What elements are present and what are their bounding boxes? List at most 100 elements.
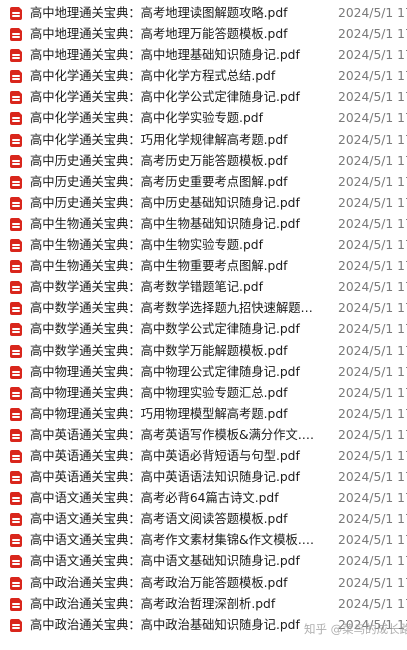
file-name: 高中语文通关宝典：高考作文素材集锦&作文模板.pdf <box>30 533 320 548</box>
file-row[interactable]: 高中语文通关宝典：高考语文阅读答题模板.pdf 2024/5/1 17 <box>0 509 407 530</box>
file-name: 高中语文通关宝典：高考语文阅读答题模板.pdf <box>30 512 288 527</box>
file-name: 高中英语通关宝典：高中英语必背短语与句型.pdf <box>30 448 300 463</box>
file-name: 高中生物通关宝典：高中生物重要考点图解.pdf <box>30 259 288 274</box>
pdf-file-icon <box>10 386 22 400</box>
pdf-file-icon <box>10 281 22 295</box>
file-modified-date: 2024/5/1 17 <box>338 322 407 337</box>
file-name: 高中物理通关宝典：巧用物理模型解高考题.pdf <box>30 406 288 421</box>
file-modified-date: 2024/5/1 17 <box>338 385 407 400</box>
file-row[interactable]: 高中数学通关宝典：高中数学公式定律随身记.pdf 2024/5/1 17 <box>0 319 407 340</box>
file-row[interactable]: 高中化学通关宝典：巧用化学规律解高考题.pdf 2024/5/1 17 <box>0 130 407 151</box>
file-name: 高中地理通关宝典：高考地理读图解题攻略.pdf <box>30 6 288 20</box>
file-name: 高中生物通关宝典：高中生物实验专题.pdf <box>30 238 263 253</box>
file-name: 高中化学通关宝典：巧用化学规律解高考题.pdf <box>30 132 288 147</box>
file-name: 高中地理通关宝典：高中地理基础知识随身记.pdf <box>30 48 300 63</box>
file-name: 高中数学通关宝典：高中数学万能解题模板.pdf <box>30 343 288 358</box>
pdf-file-icon <box>10 449 22 463</box>
file-row[interactable]: 高中语文通关宝典：高考作文素材集锦&作文模板.pdf 2024/5/1 17 <box>0 530 407 551</box>
pdf-file-icon <box>10 407 22 421</box>
file-modified-date: 2024/5/1 17 <box>338 575 407 590</box>
pdf-file-icon <box>10 239 22 253</box>
file-name: 高中政治通关宝典：高考政治万能答题模板.pdf <box>30 575 288 590</box>
file-modified-date: 2024/5/1 17 <box>338 448 407 463</box>
file-name: 高中政治通关宝典：高考政治哲理深剖析.pdf <box>30 596 276 611</box>
file-row[interactable]: 高中物理通关宝典：高中物理公式定律随身记.pdf 2024/5/1 17 <box>0 362 407 383</box>
file-modified-date: 2024/5/1 17 <box>338 153 407 168</box>
file-modified-date: 2024/5/1 17 <box>338 280 407 295</box>
file-modified-date: 2024/5/1 17 <box>338 406 407 421</box>
file-modified-date: 2024/5/1 17 <box>338 69 407 84</box>
file-name: 高中物理通关宝典：高中物理实验专题汇总.pdf <box>30 385 288 400</box>
file-modified-date: 2024/5/1 17 <box>338 132 407 147</box>
file-row[interactable]: 高中化学通关宝典：高中化学实验专题.pdf 2024/5/1 17 <box>0 108 407 129</box>
file-row[interactable]: 高中英语通关宝典：高中英语语法知识随身记.pdf 2024/5/1 17 <box>0 467 407 488</box>
file-name: 高中地理通关宝典：高考地理万能答题模板.pdf <box>30 27 288 42</box>
pdf-file-icon <box>10 302 22 316</box>
file-modified-date: 2024/5/1 17 <box>338 512 407 527</box>
pdf-file-icon <box>10 196 22 210</box>
file-row[interactable]: 高中历史通关宝典：高考历史万能答题模板.pdf 2024/5/1 17 <box>0 151 407 172</box>
file-modified-date: 2024/5/1 17 <box>338 343 407 358</box>
file-row[interactable]: 高中物理通关宝典：巧用物理模型解高考题.pdf 2024/5/1 17 <box>0 404 407 425</box>
file-modified-date: 2024/5/1 17 <box>338 90 407 105</box>
file-row[interactable]: 高中地理通关宝典：高中地理基础知识随身记.pdf 2024/5/1 17 <box>0 45 407 66</box>
file-row[interactable]: 高中生物通关宝典：高中生物重要考点图解.pdf 2024/5/1 17 <box>0 256 407 277</box>
file-row[interactable]: 高中语文通关宝典：高考必背64篇古诗文.pdf 2024/5/1 17 <box>0 488 407 509</box>
file-name: 高中化学通关宝典：高中化学方程式总结.pdf <box>30 69 276 84</box>
file-modified-date: 2024/5/1 17 <box>338 111 407 126</box>
file-row[interactable]: 高中英语通关宝典：高中英语必背短语与句型.pdf 2024/5/1 17 <box>0 446 407 467</box>
pdf-file-icon <box>10 7 22 20</box>
pdf-file-icon <box>10 323 22 337</box>
file-modified-date: 2024/5/1 17 <box>338 554 407 569</box>
file-modified-date: 2024/5/1 17 <box>338 364 407 379</box>
file-row[interactable]: 高中地理通关宝典：高考地理读图解题攻略.pdf 2024/5/1 17 <box>0 3 407 24</box>
file-row[interactable]: 高中物理通关宝典：高中物理实验专题汇总.pdf 2024/5/1 17 <box>0 383 407 404</box>
pdf-file-icon <box>10 428 22 442</box>
pdf-file-icon <box>10 28 22 42</box>
pdf-file-icon <box>10 365 22 379</box>
file-row[interactable]: 高中政治通关宝典：高考政治万能答题模板.pdf 2024/5/1 17 <box>0 573 407 594</box>
pdf-file-icon <box>10 175 22 189</box>
file-row[interactable]: 高中数学通关宝典：高中数学万能解题模板.pdf 2024/5/1 17 <box>0 341 407 362</box>
file-modified-date: 2024/5/1 17 <box>338 216 407 231</box>
file-modified-date: 2024/5/1 17 <box>338 238 407 253</box>
file-row[interactable]: 高中化学通关宝典：高中化学公式定律随身记.pdf 2024/5/1 17 <box>0 87 407 108</box>
file-modified-date: 2024/5/1 17 <box>338 470 407 485</box>
pdf-file-icon <box>10 534 22 548</box>
file-name: 高中历史通关宝典：高考历史重要考点图解.pdf <box>30 174 288 189</box>
pdf-file-icon <box>10 344 22 358</box>
file-name: 高中数学通关宝典：高中数学公式定律随身记.pdf <box>30 322 300 337</box>
file-modified-date: 2024/5/1 17 <box>338 174 407 189</box>
file-row[interactable]: 高中政治通关宝典：高中政治基础知识随身记.pdf 2024/5/1 17 <box>0 615 407 636</box>
file-name: 高中化学通关宝典：高中化学公式定律随身记.pdf <box>30 90 300 105</box>
file-row[interactable]: 高中数学通关宝典：高考数学错题笔记.pdf 2024/5/1 17 <box>0 277 407 298</box>
pdf-file-icon <box>10 217 22 231</box>
file-row[interactable]: 高中生物通关宝典：高中生物实验专题.pdf 2024/5/1 17 <box>0 235 407 256</box>
file-modified-date: 2024/5/1 17 <box>338 301 407 316</box>
pdf-file-icon <box>10 112 22 126</box>
file-row[interactable]: 高中生物通关宝典：高中生物基础知识随身记.pdf 2024/5/1 17 <box>0 214 407 235</box>
file-row[interactable]: 高中语文通关宝典：高中语文基础知识随身记.pdf 2024/5/1 17 <box>0 551 407 572</box>
file-row[interactable]: 高中化学通关宝典：高中化学方程式总结.pdf 2024/5/1 17 <box>0 66 407 87</box>
file-name: 高中数学通关宝典：高考数学选择题九招快速解题法.... <box>30 301 320 316</box>
pdf-file-icon <box>10 260 22 274</box>
file-row[interactable]: 高中政治通关宝典：高考政治哲理深剖析.pdf 2024/5/1 17 <box>0 594 407 615</box>
file-name: 高中历史通关宝典：高中历史基础知识随身记.pdf <box>30 195 300 210</box>
pdf-file-icon <box>10 576 22 590</box>
file-name: 高中生物通关宝典：高中生物基础知识随身记.pdf <box>30 216 300 231</box>
file-row[interactable]: 高中地理通关宝典：高考地理万能答题模板.pdf 2024/5/1 17 <box>0 24 407 45</box>
file-name: 高中语文通关宝典：高考必背64篇古诗文.pdf <box>30 491 279 506</box>
file-modified-date: 2024/5/1 17 <box>338 195 407 210</box>
file-row[interactable]: 高中数学通关宝典：高考数学选择题九招快速解题法.... 2024/5/1 17 <box>0 298 407 319</box>
file-row[interactable]: 高中历史通关宝典：高考历史重要考点图解.pdf 2024/5/1 17 <box>0 172 407 193</box>
file-list: 高中地理通关宝典：高考地理读图解题攻略.pdf 2024/5/1 17 高中地理通关… <box>0 3 407 636</box>
file-row[interactable]: 高中历史通关宝典：高中历史基础知识随身记.pdf 2024/5/1 17 <box>0 193 407 214</box>
pdf-file-icon <box>10 91 22 105</box>
file-row[interactable]: 高中英语通关宝典：高考英语写作模板&满分作文.pdf 2024/5/1 17 <box>0 425 407 446</box>
pdf-file-icon <box>10 70 22 84</box>
file-name: 高中物理通关宝典：高中物理公式定律随身记.pdf <box>30 364 300 379</box>
file-modified-date: 2024/5/1 17 <box>338 533 407 548</box>
pdf-file-icon <box>10 492 22 506</box>
file-modified-date: 2024/5/1 17 <box>338 6 407 20</box>
pdf-file-icon <box>10 513 22 527</box>
